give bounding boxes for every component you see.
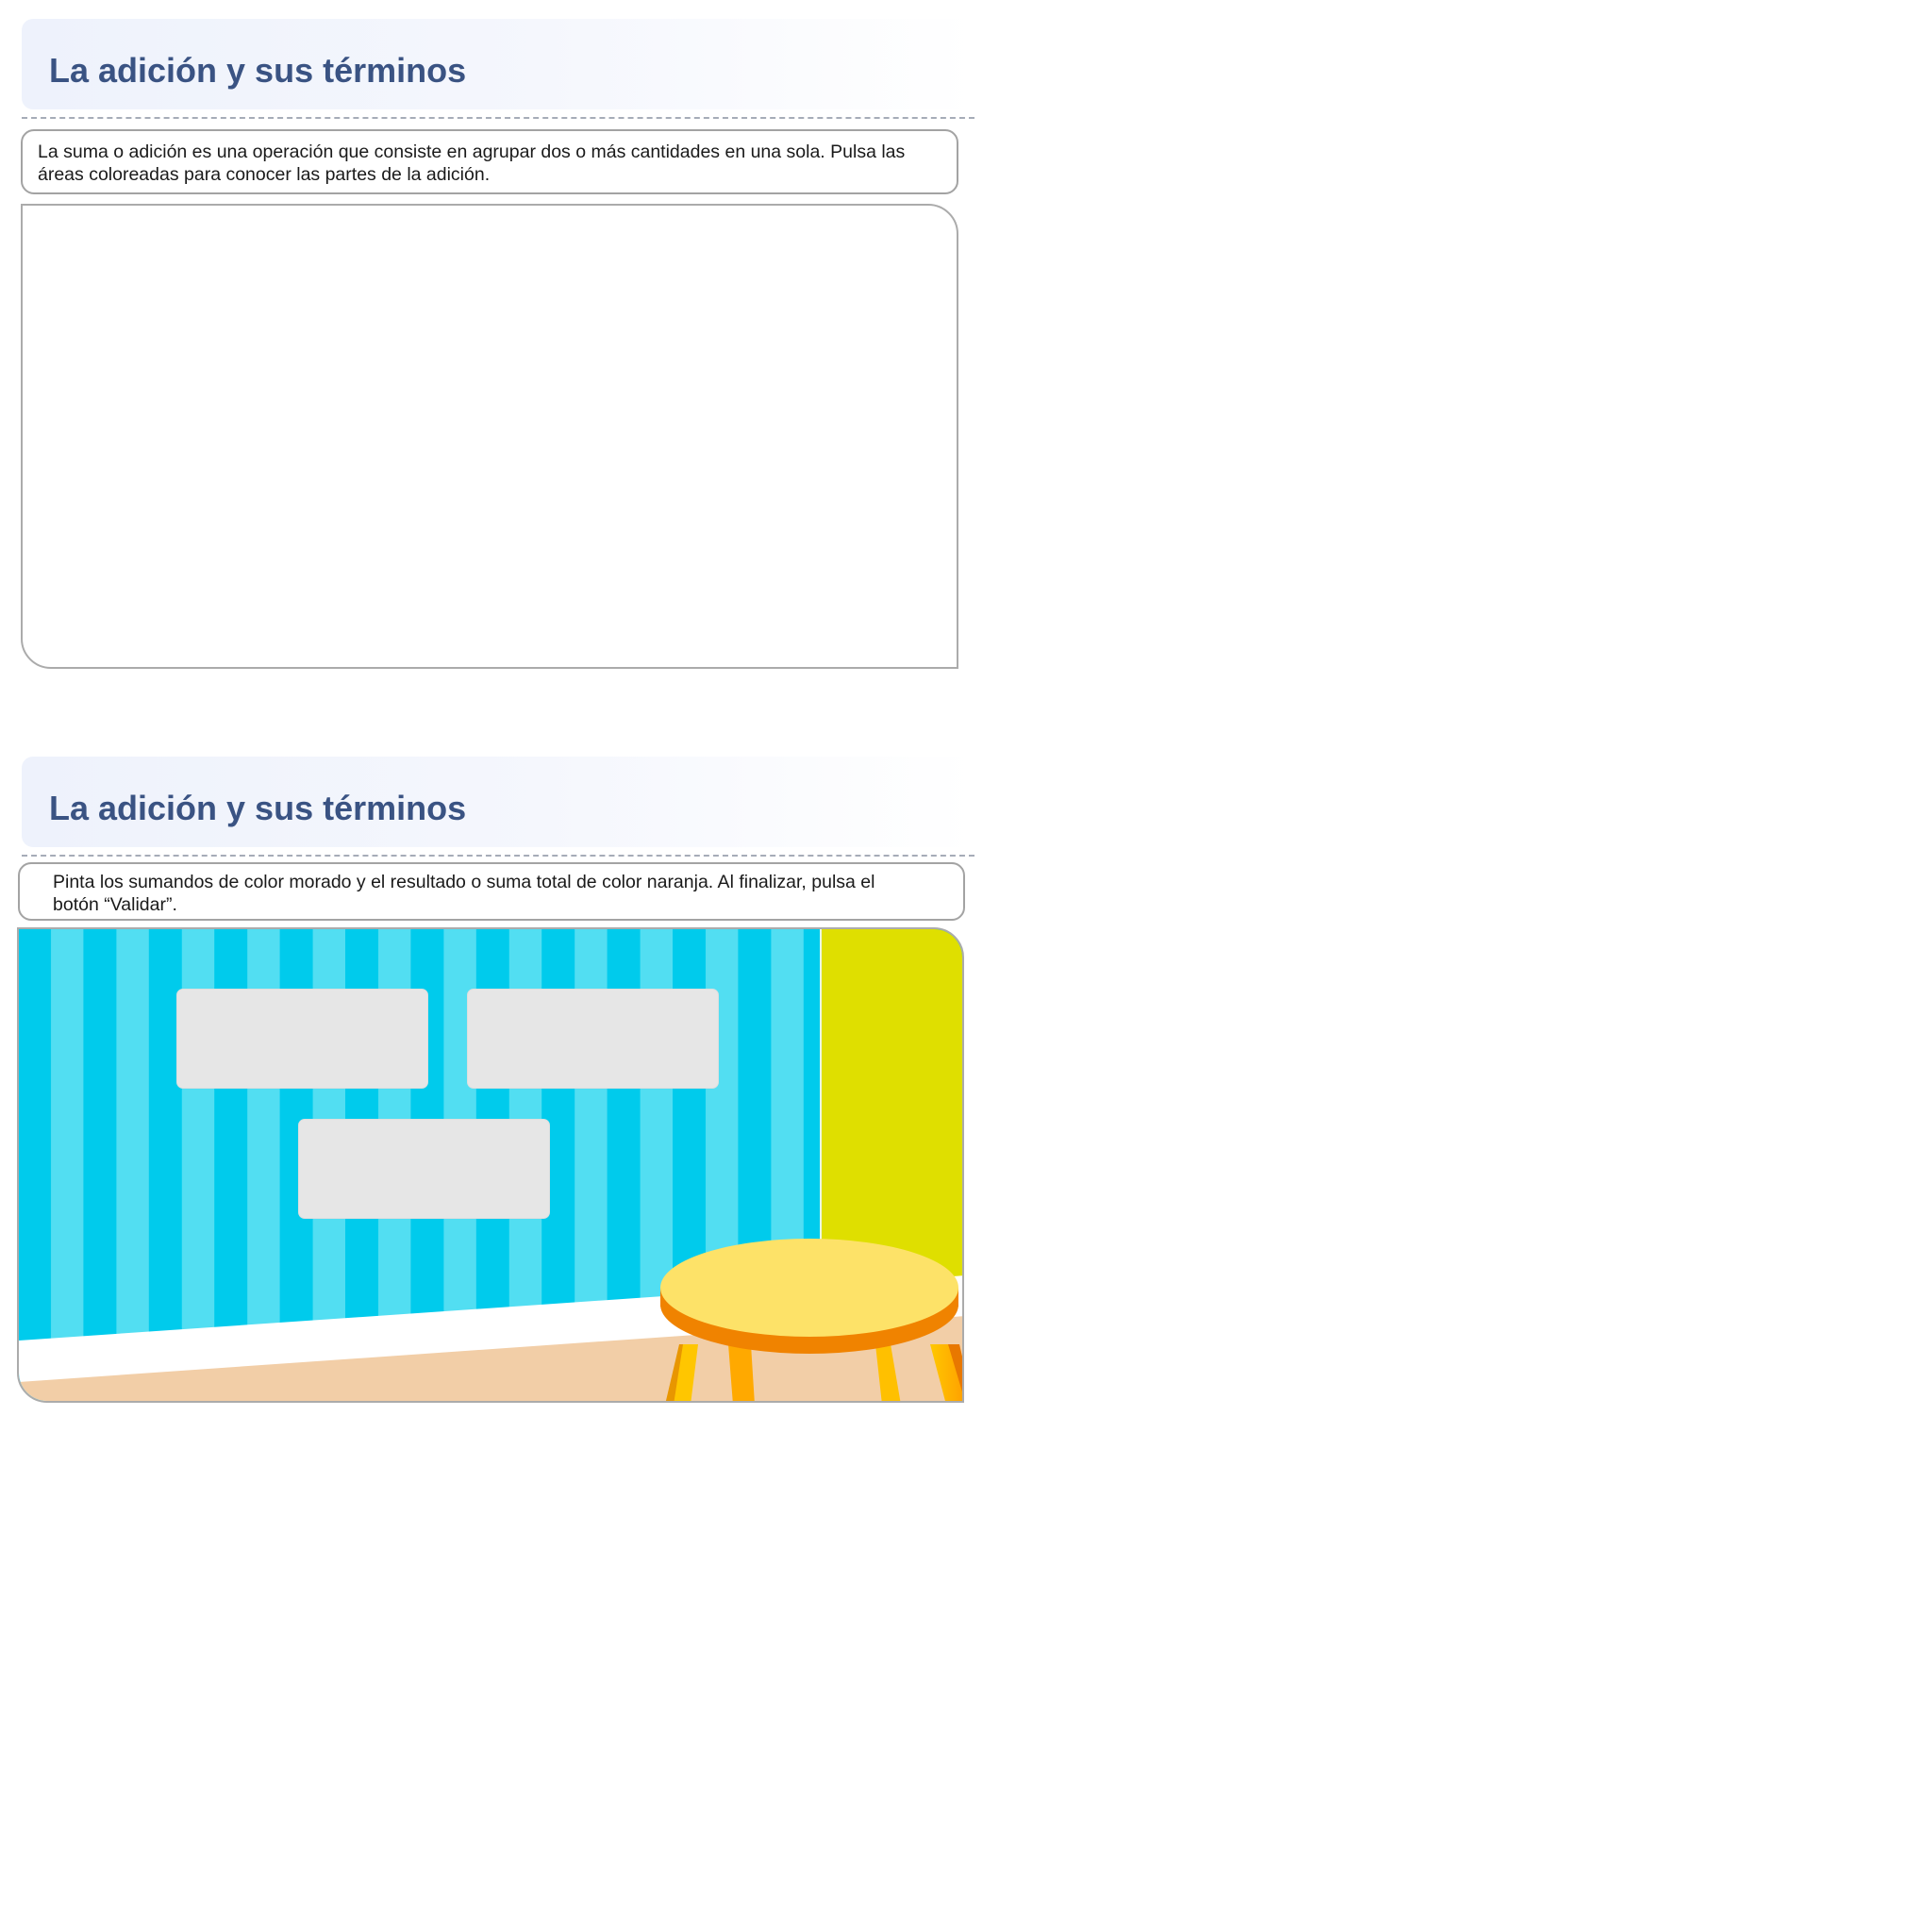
page-title: La adición y sus términos	[49, 51, 467, 90]
instruction-box: Pinta los sumandos de color morado y el …	[18, 862, 965, 921]
header-divider	[22, 855, 974, 857]
activity-stage-empty	[21, 204, 958, 669]
header-banner-2: La adición y sus términos	[22, 757, 974, 847]
addend-box-2[interactable]	[467, 989, 719, 1089]
activity-stage	[17, 927, 964, 1403]
sum-box[interactable]	[298, 1119, 550, 1219]
instruction-text: La suma o adición es una operación que c…	[38, 142, 906, 185]
header-banner-1: La adición y sus términos	[22, 19, 974, 109]
addend-box-1[interactable]	[176, 989, 428, 1089]
header-divider	[22, 117, 974, 119]
instruction-text: Pinta los sumandos de color morado y el …	[53, 872, 875, 915]
page-title: La adición y sus términos	[49, 789, 467, 827]
instruction-box: La suma o adición es una operación que c…	[21, 129, 958, 194]
